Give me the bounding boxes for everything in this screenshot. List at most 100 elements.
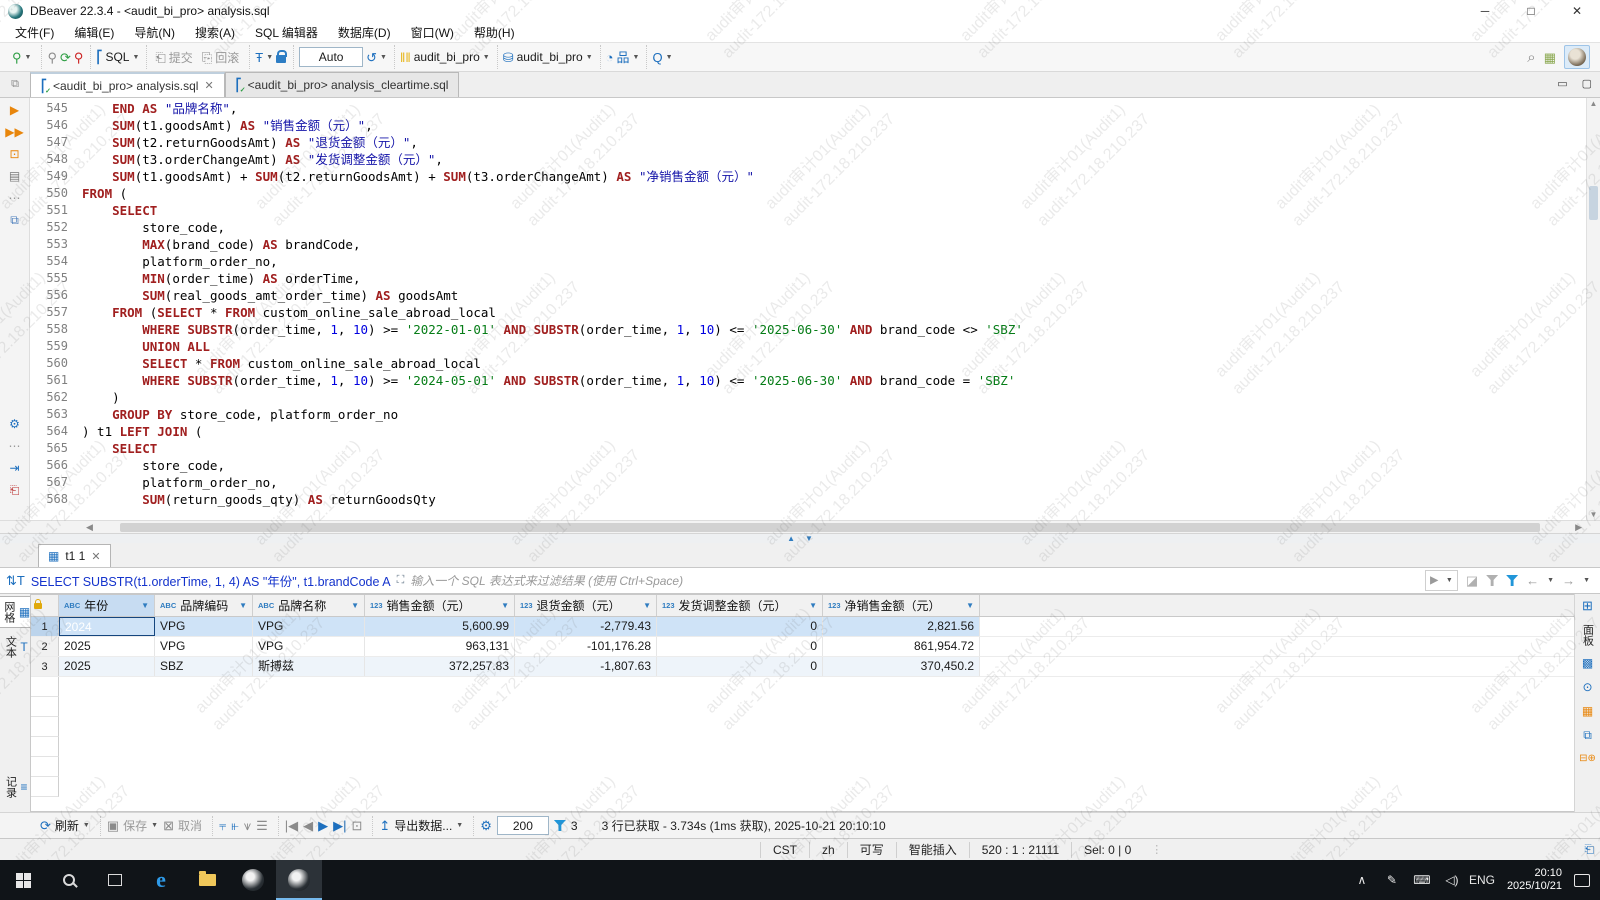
tray-pen-icon[interactable]: ✎ xyxy=(1379,873,1405,887)
settings-gear-icon[interactable]: ⚙ xyxy=(9,418,20,431)
result-view-tab-3[interactable]: ≡ 记录 xyxy=(1,772,28,802)
table-cell[interactable]: 370,450.2 xyxy=(823,657,980,676)
editor-horizontal-scrollbar[interactable]: ◀ ▶ xyxy=(0,520,1600,533)
connect-icon[interactable]: ⚲ xyxy=(47,51,57,64)
grid-settings-gear-icon[interactable]: ⚙ xyxy=(480,819,492,832)
maximize-button[interactable]: □ xyxy=(1508,0,1554,22)
table-cell[interactable]: 0 xyxy=(657,637,823,656)
start-button[interactable] xyxy=(0,860,46,900)
table-cell[interactable]: VPG xyxy=(253,617,365,636)
tab-close-icon[interactable]: ✕ xyxy=(91,550,100,563)
dashboard-gauge-icon[interactable]: ◔ xyxy=(606,51,614,64)
table-cell[interactable]: 2,821.56 xyxy=(823,617,980,636)
file-explorer-icon[interactable] xyxy=(184,860,230,900)
autocommit-combo[interactable]: Auto xyxy=(299,47,364,67)
connection-caret[interactable]: ▼ xyxy=(483,54,490,61)
close-button[interactable]: ✕ xyxy=(1554,0,1600,22)
editor-results-sash[interactable]: ▲ ▼ xyxy=(0,533,1600,543)
maximize-editor-icon[interactable]: ▢ xyxy=(1582,77,1592,90)
edit-row-icon[interactable]: ☰ xyxy=(256,819,268,832)
network-profile-icon[interactable]: 品 xyxy=(616,51,629,64)
table-cell[interactable]: 斯搏兹 xyxy=(253,657,365,676)
table-cell[interactable]: 2025 xyxy=(59,657,155,676)
execute-script-icon[interactable]: ▶▶ xyxy=(5,126,23,139)
collapse-up-icon[interactable]: ▲ xyxy=(787,534,795,543)
results-tab-t1[interactable]: ▦ t1 1 ✕ xyxy=(38,544,111,567)
search-caret[interactable]: ▼ xyxy=(666,54,673,61)
filters-menu-icon[interactable] xyxy=(1506,575,1519,586)
column-header[interactable]: ABC 品牌编码 ▼ xyxy=(155,595,253,616)
taskbar-search-icon[interactable] xyxy=(46,860,92,900)
column-header[interactable]: 123 退货金额（元） ▼ xyxy=(515,595,657,616)
database-caret[interactable]: ▼ xyxy=(586,54,593,61)
table-cell[interactable]: SBZ xyxy=(155,657,253,676)
last-row-icon[interactable]: ▶| xyxy=(333,819,346,832)
dbeaver-taskbar-icon[interactable] xyxy=(276,860,322,900)
back-icon[interactable]: ← xyxy=(1526,573,1539,588)
reconnect-icon[interactable]: ⟳ xyxy=(60,51,71,64)
row-number[interactable]: 1 xyxy=(31,617,59,636)
edge-browser-icon[interactable]: e xyxy=(138,860,184,900)
first-row-icon[interactable]: |◀ xyxy=(285,819,298,832)
refresh-button[interactable]: ⟳ 刷新 ▼ xyxy=(40,817,90,834)
column-filter-caret[interactable]: ▼ xyxy=(966,601,974,610)
column-header[interactable]: ABC 年份 ▼ xyxy=(59,595,155,616)
tab-close-icon[interactable]: ✕ xyxy=(204,79,213,92)
transaction-log-icon[interactable]: Ŧ xyxy=(255,51,263,64)
menu-item[interactable]: 编辑(E) xyxy=(65,22,123,43)
sql-dropdown-caret[interactable]: ▼ xyxy=(132,54,139,61)
execute-statement-icon[interactable]: ▶ xyxy=(10,104,19,117)
fetch-size-input[interactable]: 200 xyxy=(496,816,549,835)
metadata-panel-icon[interactable]: ▦ xyxy=(1582,704,1593,718)
execute-new-tab-icon[interactable]: ⊡ xyxy=(9,148,19,161)
remove-filter-icon[interactable] xyxy=(1486,575,1499,586)
table-cell[interactable]: -101,176.28 xyxy=(515,637,657,656)
tray-chevron-icon[interactable]: ∧ xyxy=(1349,873,1375,887)
menu-item[interactable]: 窗口(W) xyxy=(402,22,463,43)
forward-caret[interactable]: ▼ xyxy=(1583,577,1590,584)
transaction-caret[interactable]: ▼ xyxy=(266,54,273,61)
value-viewer-icon[interactable]: ▩ xyxy=(1582,656,1593,670)
tray-network-icon[interactable]: ⌨ xyxy=(1409,873,1435,887)
order-filter-icon[interactable]: ⇅T xyxy=(6,574,25,587)
quick-search-icon[interactable]: Q xyxy=(652,51,662,64)
table-cell[interactable]: -2,779.43 xyxy=(515,617,657,636)
next-row-icon[interactable]: ▶ xyxy=(318,819,328,832)
tray-volume-icon[interactable]: ◁) xyxy=(1439,873,1465,887)
save-state-icon[interactable]: ⎗ xyxy=(10,484,20,497)
save-button[interactable]: ▣ 保存 ▼ xyxy=(107,817,158,834)
table-cell[interactable]: 861,954.72 xyxy=(823,637,980,656)
connection-selector[interactable]: audit_bi_pro xyxy=(414,50,480,64)
table-cell[interactable]: 0 xyxy=(657,657,823,676)
result-view-tab-2[interactable]: T 文本 xyxy=(1,632,28,662)
table-cell[interactable]: 963,131 xyxy=(365,637,515,656)
notification-center-icon[interactable] xyxy=(1574,873,1590,887)
column-filter-caret[interactable]: ▼ xyxy=(501,601,509,610)
calc-panel-icon[interactable]: ⊙ xyxy=(1582,680,1592,694)
scrollbar-thumb[interactable] xyxy=(120,523,1540,532)
references-panel-icon[interactable]: ⧉ xyxy=(1583,728,1592,743)
menu-item[interactable]: 文件(F) xyxy=(6,22,63,43)
rollback-button[interactable]: ⎘ 回滚 xyxy=(199,47,242,68)
clock[interactable]: 20:10 2025/10/21 xyxy=(1499,867,1570,893)
lock-icon[interactable] xyxy=(276,50,288,63)
user-profile-button[interactable] xyxy=(1564,45,1590,69)
add-row-icon[interactable]: ⫧ xyxy=(219,819,226,832)
filter-input[interactable]: 输入一个 SQL 表达式来过滤结果 (使用 Ctrl+Space) xyxy=(410,572,1419,589)
tab-analysis-cleartime-sql[interactable]: ⎡ <audit_bi_pro> analysis_cleartime.sql xyxy=(224,72,460,97)
table-cell[interactable]: 2025 xyxy=(59,637,155,656)
minimize-button[interactable]: ─ xyxy=(1462,0,1508,22)
column-filter-caret[interactable]: ▼ xyxy=(239,601,247,610)
output-icon[interactable]: ⇥ xyxy=(9,462,19,475)
column-filter-caret[interactable]: ▼ xyxy=(643,601,651,610)
restore-panel-icon[interactable]: ⧉ xyxy=(0,71,30,97)
result-view-tab-1[interactable]: ▦ 网格 xyxy=(0,596,33,628)
expand-filter-icon[interactable]: ⛶ xyxy=(397,574,405,587)
menu-item[interactable]: SQL 编辑器 xyxy=(246,22,327,43)
aggregate-panel-icon[interactable]: ⊟⊕ xyxy=(1579,753,1596,764)
scrollbar-thumb[interactable] xyxy=(1589,186,1598,220)
cancel-button[interactable]: ⊠ 取消 xyxy=(163,817,202,834)
sql-dropdown-label[interactable]: SQL xyxy=(105,50,129,64)
language-indicator[interactable]: ENG xyxy=(1469,873,1495,887)
editor-vertical-scrollbar[interactable]: ▲ ▼ xyxy=(1586,98,1600,520)
